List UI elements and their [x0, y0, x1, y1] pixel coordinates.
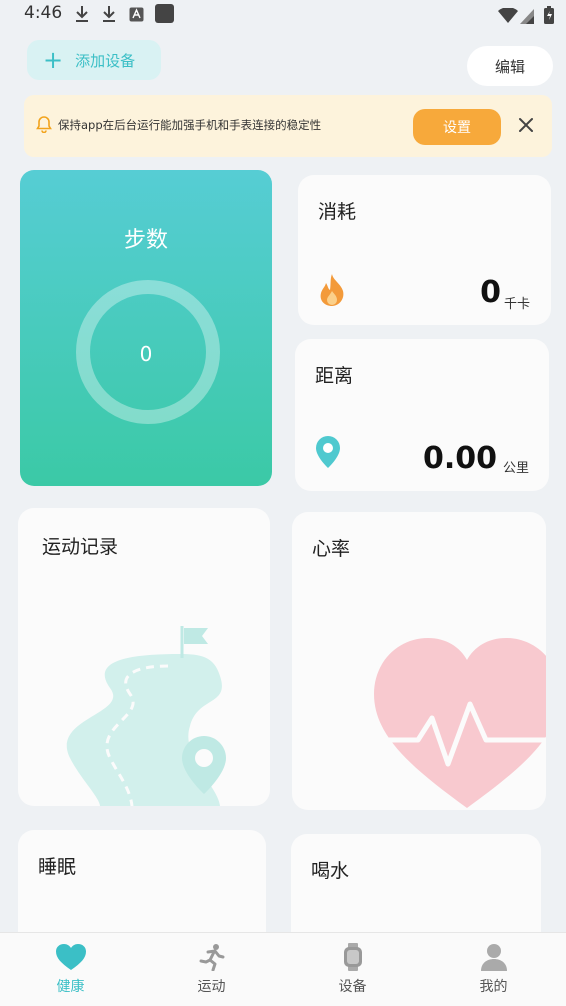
nav-mine[interactable]: 我的 — [423, 933, 564, 1006]
sleep-title: 睡眠 — [38, 856, 77, 878]
nav-health[interactable]: 健康 — [0, 933, 141, 1006]
notice-text: 保持app在后台运行能加强手机和手表连接的稳定性 — [58, 118, 322, 132]
distance-title: 距离 — [315, 365, 354, 387]
heart-icon — [55, 944, 86, 970]
plus-icon: + — [43, 46, 64, 74]
signal-icon — [520, 9, 534, 24]
nav-health-label: 健康 — [56, 979, 85, 995]
distance-card[interactable]: 距离 0.00 公里 — [295, 339, 549, 491]
nav-device[interactable]: 设备 — [282, 933, 423, 1006]
edit-button[interactable]: 编辑 — [467, 46, 553, 86]
distance-value: 0.00 — [422, 441, 497, 476]
sport-records-title: 运动记录 — [42, 536, 119, 558]
status-time: 4:46 — [24, 3, 63, 23]
distance-unit: 公里 — [502, 461, 529, 476]
calories-unit: 千卡 — [503, 297, 530, 312]
sport-records-card[interactable]: 运动记录 — [18, 508, 270, 806]
nav-sport[interactable]: 运动 — [141, 933, 282, 1006]
user-icon — [480, 944, 507, 971]
bell-icon — [36, 116, 52, 133]
download-icon — [76, 6, 88, 22]
nav-mine-label: 我的 — [479, 979, 508, 995]
add-device-label: 添加设备 — [75, 51, 136, 70]
status-bar: 4:46 — [0, 0, 566, 30]
steps-title: 步数 — [123, 228, 168, 253]
location-pin-icon — [316, 436, 340, 468]
close-icon[interactable] — [516, 115, 536, 135]
running-icon — [199, 944, 224, 971]
wifi-icon — [498, 8, 518, 23]
steps-value: 0 — [139, 342, 153, 366]
battery-icon — [544, 6, 554, 24]
winding-road-illustration — [66, 626, 226, 806]
steps-card[interactable]: 步数 0 — [20, 170, 272, 486]
watch-icon — [343, 943, 362, 971]
calories-value: 0 — [480, 275, 501, 310]
water-title: 喝水 — [311, 860, 350, 882]
flame-icon — [320, 274, 344, 306]
add-device-button[interactable]: + 添加设备 — [27, 40, 161, 80]
heart-rate-card[interactable]: 心率 — [292, 512, 546, 810]
nav-device-label: 设备 — [338, 979, 367, 995]
download-icon — [103, 6, 115, 22]
nav-sport-label: 运动 — [197, 979, 226, 995]
settings-button[interactable]: 设置 — [413, 109, 501, 145]
calories-title: 消耗 — [318, 201, 357, 223]
heart-rate-title: 心率 — [312, 538, 351, 560]
heart-illustration — [372, 638, 546, 808]
bottom-nav: 健康 运动 设备 我的 — [0, 932, 566, 1006]
square-notification-icon — [155, 4, 174, 23]
calories-card[interactable]: 消耗 0 千卡 — [298, 175, 551, 325]
background-run-notice: 保持app在后台运行能加强手机和手表连接的稳定性 设置 — [24, 95, 552, 157]
app-notification-icon — [129, 7, 144, 22]
